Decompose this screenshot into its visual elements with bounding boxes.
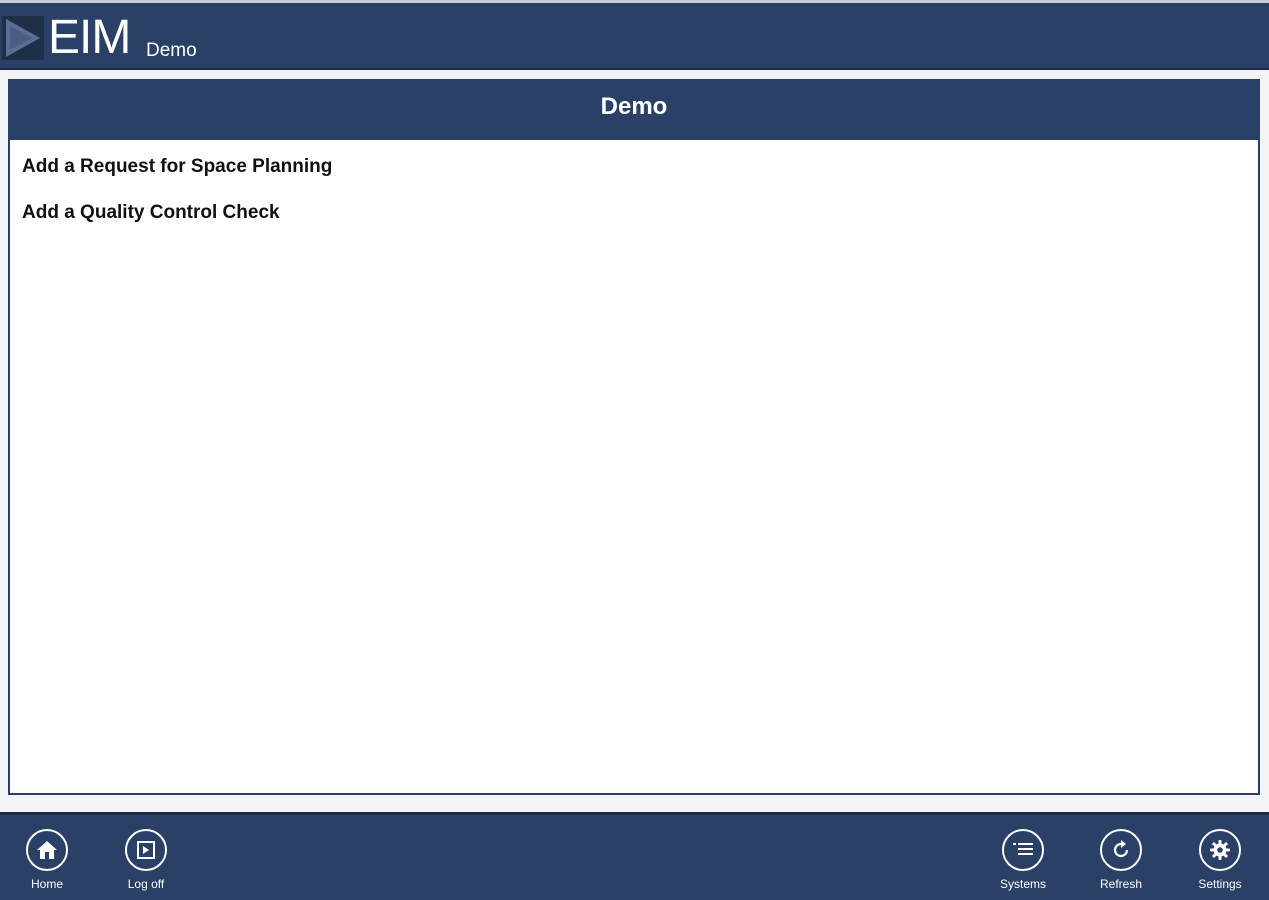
add-quality-control-check-link[interactable]: Add a Quality Control Check [22, 194, 1258, 240]
settings-label: Settings [1198, 877, 1242, 891]
gear-icon [1199, 829, 1241, 871]
add-space-planning-request-link[interactable]: Add a Request for Space Planning [22, 148, 1258, 194]
home-label: Home [30, 877, 63, 891]
log-off-label: Log off [127, 877, 165, 891]
main-panel: Demo Add a Request for Space Planning Ad… [8, 79, 1260, 795]
app-logo-icon [2, 16, 44, 60]
list-icon [1002, 829, 1044, 871]
action-list: Add a Request for Space Planning Add a Q… [10, 140, 1258, 240]
refresh-label: Refresh [1099, 877, 1143, 891]
bottom-app-bar: Home Log off Systems Refresh Settings [0, 812, 1269, 900]
settings-button[interactable]: Settings [1180, 829, 1260, 891]
home-button[interactable]: Home [7, 829, 87, 891]
systems-label: Systems [999, 877, 1046, 891]
systems-button[interactable]: Systems [983, 829, 1063, 891]
app-title: EIM [48, 11, 131, 64]
home-icon [26, 829, 68, 871]
top-header-bar: EIM Demo [0, 0, 1269, 70]
app-subtitle: Demo [146, 40, 197, 61]
log-off-button[interactable]: Log off [106, 829, 186, 891]
panel-title: Demo [10, 81, 1258, 140]
refresh-button[interactable]: Refresh [1081, 829, 1161, 891]
log-off-icon [125, 829, 167, 871]
refresh-icon [1100, 829, 1142, 871]
